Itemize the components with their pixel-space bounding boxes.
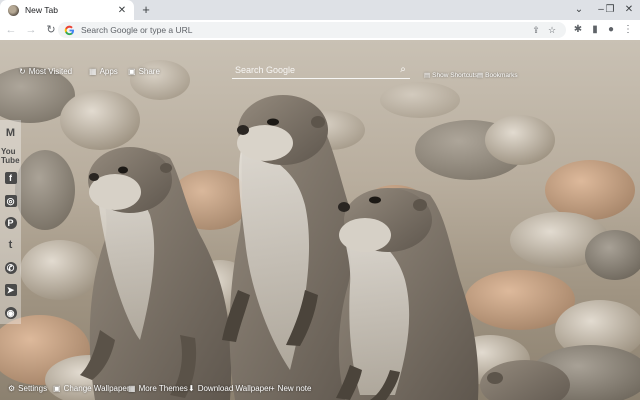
tab-title: New Tab bbox=[25, 5, 58, 15]
bookmark-star-icon[interactable]: ☆ bbox=[544, 25, 560, 36]
youtube-icon[interactable]: You Tube bbox=[1, 144, 20, 166]
new-tab-page: ↻ Most Visited ▦ Apps ▣ Share Search Goo… bbox=[0, 40, 640, 400]
apps-grid-icon: ▦ bbox=[89, 67, 97, 76]
more-themes-label: More Themes bbox=[138, 384, 188, 393]
bookmarks-icon: ▤ bbox=[477, 72, 484, 79]
otter-right bbox=[336, 187, 479, 400]
search-icon[interactable]: ⌕ bbox=[396, 64, 410, 75]
restore-button[interactable]: ❐ bbox=[602, 2, 618, 18]
apps-link[interactable]: ▦ Apps bbox=[89, 67, 118, 76]
instagram-icon[interactable]: ◎ bbox=[1, 189, 20, 211]
extensions-icon[interactable]: ✱ bbox=[570, 22, 586, 38]
share-link[interactable]: ▣ Share bbox=[128, 67, 160, 76]
most-visited-label: Most Visited bbox=[28, 67, 73, 76]
share-icon[interactable]: ⇪ bbox=[528, 25, 544, 36]
toolbar: ← → ↻ Search Google or type a URL ⇪ ☆ ✱ … bbox=[0, 20, 640, 40]
pinterest-icon[interactable]: P bbox=[1, 212, 20, 234]
tab-search-chevron-icon[interactable]: ⌄ bbox=[568, 2, 590, 18]
close-tab-icon[interactable]: ✕ bbox=[116, 5, 128, 16]
apps-label: Apps bbox=[99, 67, 118, 76]
whatsapp-icon[interactable]: ✆ bbox=[1, 257, 20, 279]
shortcuts-icon: ▤ bbox=[424, 72, 431, 79]
settings-label: Settings bbox=[18, 384, 48, 393]
back-button[interactable]: ← bbox=[2, 21, 20, 39]
change-wallpaper-link[interactable]: ▣ Change Wallpaper bbox=[53, 384, 130, 393]
most-visited-link[interactable]: ↻ Most Visited bbox=[19, 67, 72, 76]
share-label: Share bbox=[138, 67, 160, 76]
side-panel-icon[interactable]: ▮ bbox=[587, 22, 603, 38]
new-tab-button[interactable]: + bbox=[138, 2, 154, 18]
gmail-icon[interactable]: M bbox=[1, 122, 20, 144]
share-box-icon: ▣ bbox=[128, 67, 136, 76]
reddit-icon[interactable]: ◉ bbox=[1, 302, 20, 324]
show-shortcuts-link[interactable]: ▤ Show Shortcuts bbox=[424, 71, 478, 80]
profile-avatar-icon[interactable]: ● bbox=[603, 22, 619, 38]
new-note-label: New note bbox=[277, 384, 312, 393]
google-g-icon bbox=[64, 25, 74, 35]
close-window-button[interactable]: ✕ bbox=[620, 2, 638, 18]
otter-wallpaper-image bbox=[0, 60, 640, 400]
more-themes-link[interactable]: ▦ More Themes bbox=[128, 384, 188, 393]
bookmarks-label: Bookmarks bbox=[485, 71, 518, 79]
telegram-icon[interactable]: ➤ bbox=[1, 279, 20, 301]
themes-icon: ▦ bbox=[128, 384, 136, 393]
download-icon: ⬇ bbox=[188, 384, 195, 393]
social-sidebar: M You Tube f ◎ P t ✆ ➤ ◉ bbox=[0, 120, 21, 324]
gear-icon: ⚙ bbox=[8, 384, 16, 393]
history-icon: ↻ bbox=[19, 67, 26, 76]
chrome-menu-icon[interactable]: ⋮ bbox=[620, 22, 636, 38]
download-wallpaper-link[interactable]: ⬇ Download Wallpaper bbox=[188, 384, 271, 393]
forward-button[interactable]: → bbox=[22, 21, 40, 39]
omnibox[interactable]: Search Google or type a URL ⇪ ☆ bbox=[58, 22, 566, 38]
show-shortcuts-label: Show Shortcuts bbox=[432, 71, 478, 79]
twitter-icon[interactable]: t bbox=[1, 234, 20, 256]
new-note-link[interactable]: + New note bbox=[270, 384, 311, 393]
settings-link[interactable]: ⚙ Settings bbox=[8, 384, 47, 393]
otter-favicon-icon bbox=[8, 4, 19, 16]
change-wallpaper-label: Change Wallpaper bbox=[63, 384, 130, 393]
tab-strip: New Tab ✕ + ⌄ – ❐ ✕ bbox=[0, 0, 640, 20]
bookmarks-link[interactable]: ▤ Bookmarks bbox=[477, 71, 518, 80]
tab-new-tab[interactable]: New Tab ✕ bbox=[0, 0, 134, 20]
search-box[interactable]: Search Google ⌕ bbox=[232, 61, 410, 79]
search-input[interactable]: Search Google bbox=[232, 65, 396, 75]
facebook-icon[interactable]: f bbox=[1, 167, 20, 189]
plus-icon: + bbox=[270, 384, 275, 393]
image-icon: ▣ bbox=[53, 384, 61, 393]
omnibox-placeholder: Search Google or type a URL bbox=[81, 25, 193, 35]
download-wallpaper-label: Download Wallpaper bbox=[197, 384, 272, 393]
